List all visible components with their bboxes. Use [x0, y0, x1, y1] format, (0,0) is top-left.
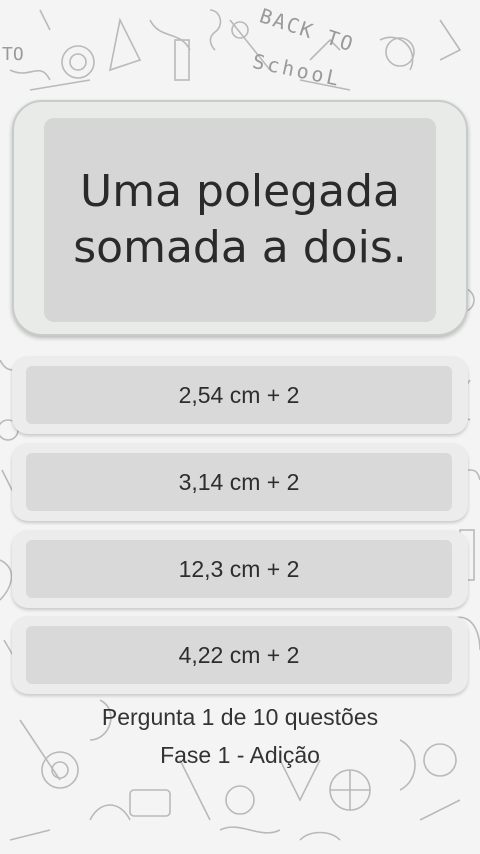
question-text: Uma polegada somada a dois. — [73, 166, 407, 273]
answer-button-1-face[interactable]: 2,54 cm + 2 — [26, 366, 452, 424]
answer-label: 2,54 cm + 2 — [178, 381, 300, 408]
answer-button-2-face[interactable]: 3,14 cm + 2 — [26, 453, 452, 511]
question-panel: Uma polegada somada a dois. — [44, 118, 436, 322]
doodle-text-to: TO — [2, 44, 24, 65]
answer-button-3-face[interactable]: 12,3 cm + 2 — [26, 540, 452, 598]
answer-button-3[interactable]: 12,3 cm + 2 — [12, 530, 468, 608]
question-progress-text: Pergunta 1 de 10 questões — [101, 704, 379, 730]
answer-button-1[interactable]: 2,54 cm + 2 — [12, 356, 468, 434]
phase-label: Fase 1 - Adição — [160, 742, 320, 768]
answer-label: 12,3 cm + 2 — [178, 555, 300, 582]
answer-button-4-face[interactable]: 4,22 cm + 2 — [26, 626, 452, 684]
answer-button-4[interactable]: 4,22 cm + 2 — [12, 616, 468, 694]
question-card: Uma polegada somada a dois. — [12, 100, 468, 336]
answer-label: 3,14 cm + 2 — [178, 468, 300, 495]
answer-label: 4,22 cm + 2 — [178, 641, 300, 668]
answer-button-2[interactable]: 3,14 cm + 2 — [12, 443, 468, 521]
